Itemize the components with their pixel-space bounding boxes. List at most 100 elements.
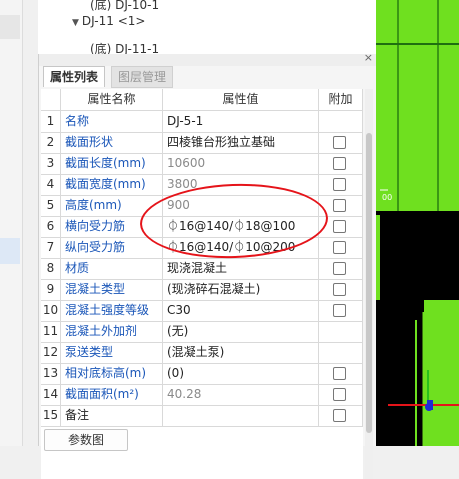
header-property-value: 属性值 [163, 89, 319, 110]
attach-cell [319, 384, 363, 405]
property-name: 材质 [61, 258, 163, 279]
header-attach: 附加 [319, 89, 363, 110]
row-index: 6 [41, 216, 61, 237]
table-row[interactable]: 1 名称 DJ-5-1 [41, 111, 363, 133]
property-name: 备注 [61, 405, 163, 426]
property-value-field[interactable]: (现浇碎石混凝土) [163, 279, 319, 300]
attach-cell [319, 342, 363, 363]
header-property-name: 属性名称 [61, 89, 163, 110]
sidebar-item[interactable] [0, 15, 20, 39]
tree-item[interactable]: (底) DJ-10-1 [90, 0, 159, 13]
property-value-field[interactable]: C30 [163, 300, 319, 321]
row-index: 8 [41, 258, 61, 279]
table-row[interactable]: 14 截面面积(m²) 40.28 [41, 384, 363, 406]
attach-checkbox[interactable] [333, 283, 346, 296]
tree-item[interactable]: (底) DJ-11-1 [90, 40, 159, 54]
row-index: 13 [41, 363, 61, 384]
property-name: 截面面积(m²) [61, 384, 163, 405]
property-name: 混凝土类型 [61, 279, 163, 300]
row-index: 2 [41, 132, 61, 153]
attach-cell [319, 321, 363, 342]
tree-item[interactable]: ▼ DJ-11 <1> [72, 14, 145, 28]
table-row[interactable]: 3 截面长度(mm) 10600 [41, 153, 363, 175]
row-index: 12 [41, 342, 61, 363]
header-index-cell [41, 89, 61, 110]
attach-checkbox[interactable] [333, 220, 346, 233]
attach-checkbox[interactable] [333, 199, 346, 212]
property-table: 属性名称 属性值 附加 1 名称 DJ-5-1 2 截面形状 四棱锥台形独立基础 3 截面长度(mm… [41, 89, 363, 479]
property-value-field[interactable]: 10600 [163, 153, 319, 174]
table-row[interactable]: 15 备注 [41, 405, 363, 427]
property-value-field[interactable]: (混凝土泵) [163, 342, 319, 363]
attach-checkbox[interactable] [333, 262, 346, 275]
row-index: 9 [41, 279, 61, 300]
property-value-field[interactable]: DJ-5-1 [163, 111, 319, 132]
left-sidebar-strip [0, 0, 23, 446]
cad-label: 00 [382, 193, 392, 202]
tab-layer-management[interactable]: 图层管理 [111, 66, 174, 88]
table-row[interactable]: 8 材质 现浇混凝土 [41, 258, 363, 280]
property-name: 混凝土外加剂 [61, 321, 163, 342]
attach-cell [319, 174, 363, 195]
property-name: 截面宽度(mm) [61, 174, 163, 195]
row-index: 10 [41, 300, 61, 321]
row-index: 15 [41, 405, 61, 426]
property-name: 纵向受力筋 [61, 237, 163, 258]
property-name: 截面形状 [61, 132, 163, 153]
property-value-field[interactable]: (0) [163, 363, 319, 384]
property-name: 混凝土强度等级 [61, 300, 163, 321]
attach-checkbox[interactable] [333, 388, 346, 401]
attach-cell [319, 300, 363, 321]
attach-cell [319, 237, 363, 258]
scrollbar-thumb[interactable] [366, 133, 372, 433]
attach-cell [319, 405, 363, 426]
row-index: 3 [41, 153, 61, 174]
attach-cell [319, 132, 363, 153]
tree-item-label: (底) DJ-10-1 [90, 0, 160, 12]
attach-checkbox[interactable] [333, 409, 346, 422]
param-diagram-button[interactable]: 参数图 [44, 429, 128, 451]
chevron-down-icon[interactable]: ▼ [72, 18, 79, 28]
attach-checkbox[interactable] [333, 178, 346, 191]
attach-cell [319, 111, 363, 132]
attach-checkbox[interactable] [333, 304, 346, 317]
row-index: 14 [41, 384, 61, 405]
table-row[interactable]: 10 混凝土强度等级 C30 [41, 300, 363, 322]
property-name: 泵送类型 [61, 342, 163, 363]
table-row[interactable]: 11 混凝土外加剂 (无) [41, 321, 363, 343]
property-name: 截面长度(mm) [61, 153, 163, 174]
table-row[interactable]: 13 相对底标高(m) (0) [41, 363, 363, 385]
attach-checkbox[interactable] [333, 157, 346, 170]
row-index: 5 [41, 195, 61, 216]
tree-item-label: DJ-11 <1> [81, 14, 146, 28]
table-header-row: 属性名称 属性值 附加 [41, 89, 363, 111]
property-value-field[interactable]: 现浇混凝土 [163, 258, 319, 279]
property-value-field[interactable]: 四棱锥台形独立基础 [163, 132, 319, 153]
attach-cell [319, 258, 363, 279]
attach-checkbox[interactable] [333, 367, 346, 380]
row-index: 11 [41, 321, 61, 342]
property-value-field[interactable] [163, 405, 319, 426]
table-row[interactable]: 12 泵送类型 (混凝土泵) [41, 342, 363, 364]
row-index: 7 [41, 237, 61, 258]
property-value-field[interactable]: (无) [163, 321, 319, 342]
property-value-field[interactable]: 40.28 [163, 384, 319, 405]
table-row[interactable]: 9 混凝土类型 (现浇碎石混凝土) [41, 279, 363, 301]
row-index: 4 [41, 174, 61, 195]
attach-checkbox[interactable] [333, 136, 346, 149]
property-name: 名称 [61, 111, 163, 132]
vertical-scrollbar[interactable] [365, 89, 373, 479]
panel-titlebar: × [39, 51, 377, 66]
table-row[interactable]: 2 截面形状 四棱锥台形独立基础 [41, 132, 363, 154]
row-index: 1 [41, 111, 61, 132]
green-foundation-top [376, 0, 459, 215]
cad-drawing-canvas[interactable]: 00 [376, 0, 459, 446]
attach-cell [319, 363, 363, 384]
component-tree: (底) DJ-10-1 ▼ DJ-11 <1> (底) DJ-11-1 [38, 0, 376, 55]
sidebar-selected-item[interactable] [0, 238, 20, 264]
tab-property-list[interactable]: 属性列表 [43, 66, 106, 87]
close-icon[interactable]: × [364, 51, 373, 64]
attach-cell [319, 153, 363, 174]
attach-checkbox[interactable] [333, 241, 346, 254]
property-name: 相对底标高(m) [61, 363, 163, 384]
